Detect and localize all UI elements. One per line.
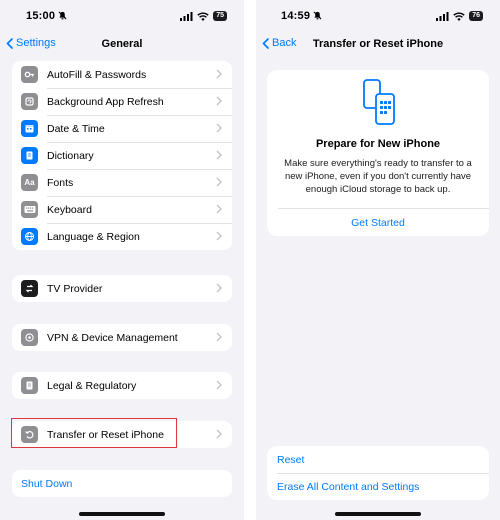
refresh-icon [21, 93, 38, 110]
erase-all-content-button[interactable]: Erase All Content and Settings [267, 473, 489, 500]
row-label: Language & Region [47, 230, 140, 243]
status-time: 14:59 [281, 10, 311, 22]
row-date-time[interactable]: Date & Time [12, 115, 232, 142]
chevron-right-icon [216, 123, 222, 133]
globe-icon [21, 228, 38, 245]
row-legal-regulatory[interactable]: Legal & Regulatory [12, 372, 232, 399]
tv-provider-group: TV Provider [12, 275, 232, 302]
row-label: Keyboard [47, 203, 92, 216]
tv-provider-icon [21, 280, 38, 297]
page-title: General [101, 38, 143, 50]
row-keyboard[interactable]: Keyboard [12, 196, 232, 223]
nav-bar: Settings General [0, 34, 244, 56]
row-label: VPN & Device Management [47, 331, 178, 344]
gear-icon [21, 329, 38, 346]
chevron-right-icon [216, 177, 222, 187]
shut-down-label: Shut Down [21, 477, 73, 490]
get-started-button[interactable]: Get Started [267, 217, 489, 229]
status-bar: 14:59 76 [256, 0, 500, 32]
row-label: Date & Time [47, 122, 105, 135]
signal-icon [436, 11, 449, 21]
shutdown-group: Shut Down [12, 470, 232, 497]
card-description: Make sure everything's ready to transfer… [284, 158, 472, 195]
bell-muted-icon [313, 11, 322, 20]
book-icon [21, 147, 38, 164]
transfer-reset-screen: 14:59 76 Back Transfer or Reset iPhone P… [256, 0, 500, 520]
row-vpn-device-management[interactable]: VPN & Device Management [12, 324, 232, 351]
row-fonts[interactable]: Aa Fonts [12, 169, 232, 196]
battery-indicator: 75 [213, 11, 227, 21]
row-label: Fonts [47, 176, 74, 189]
divider [278, 208, 489, 209]
chevron-right-icon [216, 69, 222, 79]
home-indicator [79, 512, 165, 516]
chevron-right-icon [216, 380, 222, 390]
chevron-right-icon [216, 150, 222, 160]
row-tv-provider[interactable]: TV Provider [12, 275, 232, 302]
chevron-right-icon [216, 283, 222, 293]
signal-icon [180, 11, 193, 21]
battery-indicator: 76 [469, 11, 483, 21]
row-label: Background App Refresh [47, 95, 164, 108]
row-background-app-refresh[interactable]: Background App Refresh [12, 88, 232, 115]
chevron-right-icon [216, 332, 222, 342]
chevron-right-icon [216, 204, 222, 214]
wifi-icon [453, 12, 465, 21]
row-label: TV Provider [47, 282, 103, 295]
two-phones-icon [363, 79, 395, 125]
fonts-icon: Aa [21, 174, 38, 191]
bell-muted-icon [58, 11, 67, 20]
general-settings-group: AutoFill & Passwords Background App Refr… [12, 61, 232, 250]
row-dictionary[interactable]: Dictionary [12, 142, 232, 169]
key-icon [21, 66, 38, 83]
vpn-group: VPN & Device Management [12, 324, 232, 351]
calendar-clock-icon [21, 120, 38, 137]
reset-button[interactable]: Reset [267, 446, 489, 473]
settings-general-screen: 15:00 75 Settings General AutoFill & Pas… [0, 0, 244, 520]
legal-group: Legal & Regulatory [12, 372, 232, 399]
chevron-right-icon [216, 231, 222, 241]
row-label: Dictionary [47, 149, 94, 162]
prepare-new-iphone-card: Prepare for New iPhone Make sure everyth… [267, 70, 489, 236]
status-time: 15:00 [26, 10, 56, 22]
chevron-right-icon [216, 96, 222, 106]
row-language-region[interactable]: Language & Region [12, 223, 232, 250]
row-label: AutoFill & Passwords [47, 68, 147, 81]
keyboard-icon [21, 201, 38, 218]
document-icon [21, 377, 38, 394]
highlight-box [11, 418, 177, 448]
row-autofill-passwords[interactable]: AutoFill & Passwords [12, 61, 232, 88]
shut-down-button[interactable]: Shut Down [12, 470, 232, 497]
home-indicator [335, 512, 421, 516]
wifi-icon [197, 12, 209, 21]
page-title: Transfer or Reset iPhone [312, 38, 444, 50]
nav-bar: Back Transfer or Reset iPhone [256, 34, 500, 56]
row-label: Legal & Regulatory [47, 379, 137, 392]
reset-options-group: Reset Erase All Content and Settings [267, 446, 489, 500]
chevron-right-icon [216, 429, 222, 439]
card-title: Prepare for New iPhone [315, 138, 441, 150]
status-bar: 15:00 75 [0, 0, 244, 32]
